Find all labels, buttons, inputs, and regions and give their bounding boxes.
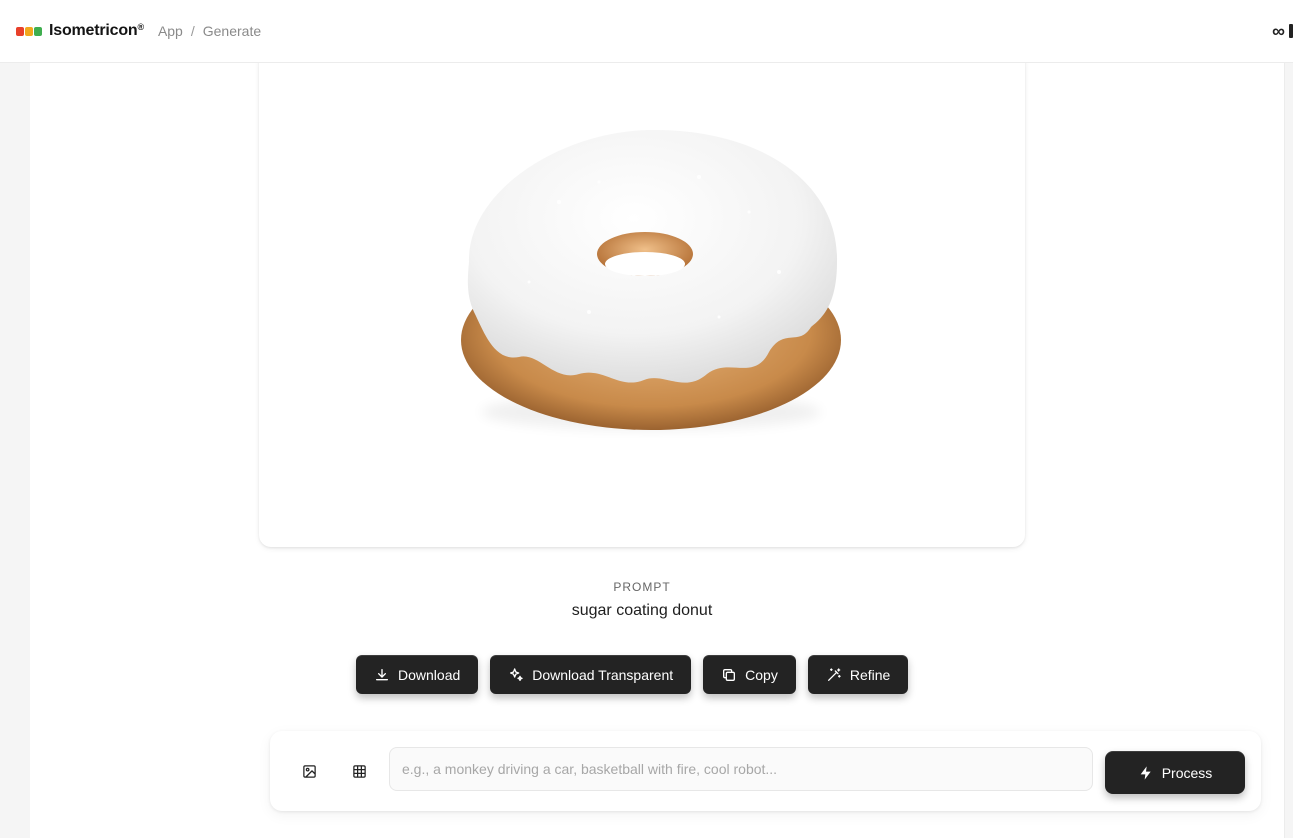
donut-image xyxy=(439,112,859,442)
top-bar: Isometricon® App / Generate ∞ xyxy=(0,0,1293,63)
logo-cube-green xyxy=(34,26,42,36)
logo-mark xyxy=(16,26,42,36)
image-icon xyxy=(302,764,316,778)
infinity-icon[interactable]: ∞ xyxy=(1272,22,1285,40)
action-buttons: Download Download Transparent Copy Refin… xyxy=(356,655,909,694)
breadcrumb: App / Generate xyxy=(158,23,261,39)
sparkles-icon xyxy=(510,667,523,681)
grid-icon xyxy=(352,764,366,778)
prompt-input[interactable] xyxy=(389,747,1093,791)
download-transparent-button[interactable]: Download Transparent xyxy=(490,655,692,694)
donut-illustration xyxy=(461,129,841,430)
grid-button[interactable] xyxy=(347,759,371,783)
download-transparent-label: Download Transparent xyxy=(532,666,674,683)
refine-label: Refine xyxy=(849,666,891,683)
bolt-icon xyxy=(1140,765,1151,780)
clipped-control[interactable] xyxy=(1289,24,1293,38)
top-right-controls: ∞ xyxy=(1272,22,1293,40)
generated-image-card xyxy=(259,50,1025,547)
refine-button[interactable]: Refine xyxy=(807,655,909,694)
panel-divider xyxy=(1284,63,1285,838)
logo-cube-red xyxy=(16,26,24,36)
download-label: Download xyxy=(398,666,461,683)
breadcrumb-app[interactable]: App xyxy=(158,23,183,39)
logo[interactable]: Isometricon® xyxy=(16,22,144,40)
copy-button[interactable]: Copy xyxy=(703,655,796,694)
prompt-label: PROMPT xyxy=(613,580,671,594)
breadcrumb-separator: / xyxy=(190,23,195,39)
magic-wand-icon xyxy=(827,667,841,681)
breadcrumb-generate: Generate xyxy=(202,23,262,39)
process-button[interactable]: Process xyxy=(1105,751,1245,794)
image-upload-button[interactable] xyxy=(297,759,321,783)
prompt-text: sugar coating donut xyxy=(571,602,713,619)
download-icon xyxy=(376,668,388,680)
logo-cube-orange xyxy=(25,26,33,36)
copy-icon xyxy=(723,668,736,681)
process-label: Process xyxy=(1161,764,1213,781)
logo-name: Isometricon xyxy=(49,22,138,39)
download-button[interactable]: Download xyxy=(356,655,479,694)
logo-text: Isometricon® xyxy=(49,22,144,40)
copy-label: Copy xyxy=(745,666,778,683)
logo-reg-mark: ® xyxy=(137,22,145,32)
prompt-composer: Process xyxy=(270,731,1261,811)
